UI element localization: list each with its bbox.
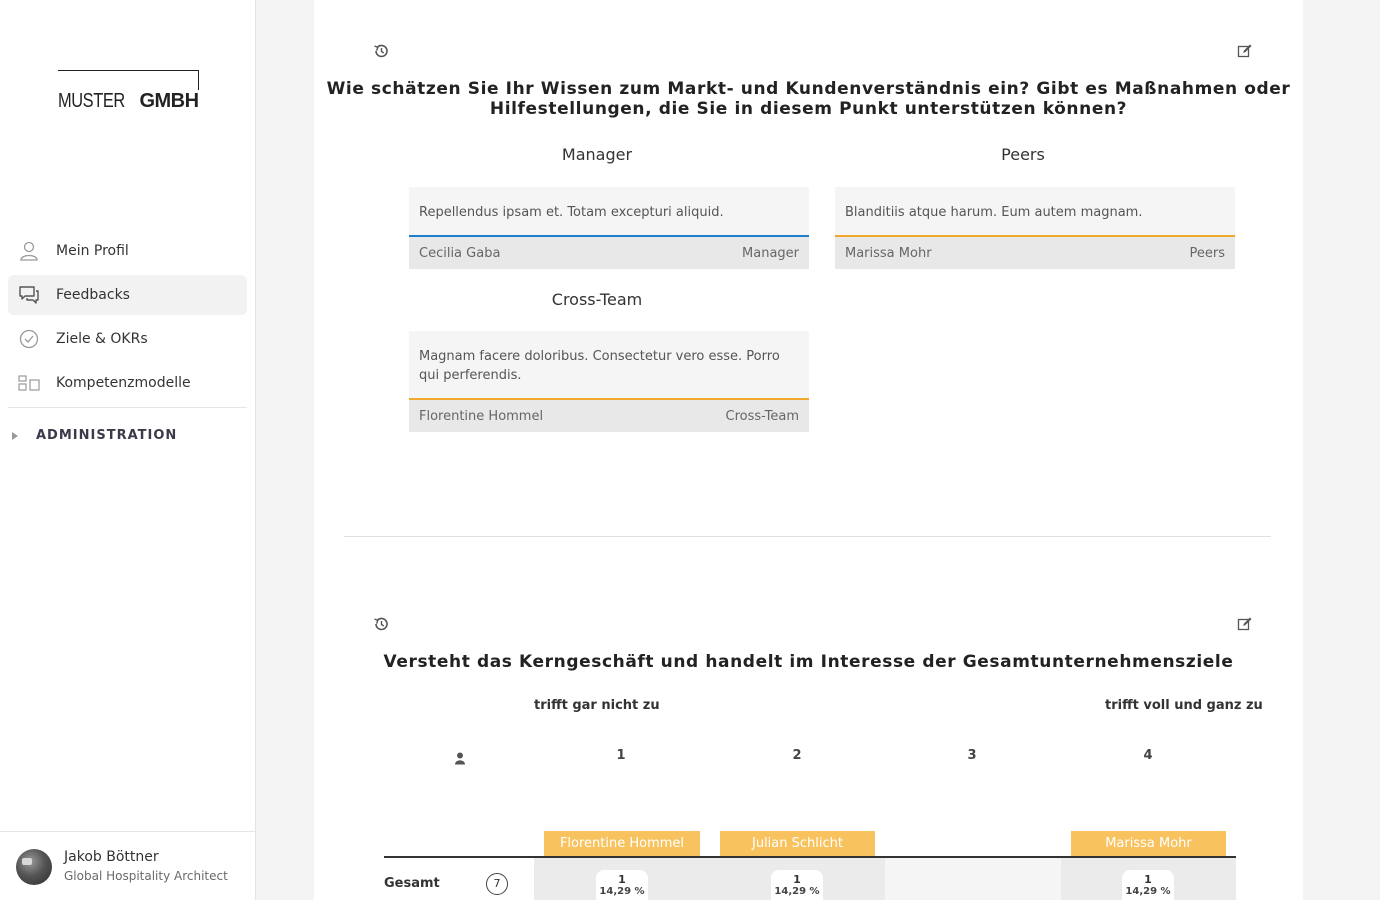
history-icon[interactable]: [373, 616, 389, 632]
nav-item-mein-profil[interactable]: Mein Profil: [8, 231, 247, 271]
feedback-card: Wie schätzen Sie Ihr Wissen zum Markt- u…: [314, 0, 1303, 900]
result-pill: 1 14,29 %: [1122, 870, 1174, 900]
admin-toggle[interactable]: ADMINISTRATION: [12, 428, 177, 443]
feedback-author: Cecilia Gaba: [419, 245, 501, 261]
response-count-badge: 7: [486, 873, 508, 895]
user-icon: [18, 240, 40, 262]
scale-value-4: 4: [1143, 748, 1153, 763]
group-title-cross-team: Cross-Team: [551, 290, 643, 309]
respondent-tag: Florentine Hommel: [544, 831, 700, 856]
feedback-entry: Blanditiis atque harum. Eum autem magnam…: [835, 187, 1235, 269]
result-percent: 14,29 %: [599, 886, 645, 897]
feedback-footer: Marissa Mohr Peers: [835, 237, 1235, 269]
scale-value-3: 3: [967, 748, 977, 763]
question-title-line: Wie schätzen Sie Ihr Wissen zum Markt- u…: [326, 79, 1291, 99]
nav-label: Ziele & OKRs: [56, 331, 148, 347]
group-title-manager: Manager: [561, 145, 633, 164]
scale-low-label: trifft gar nicht zu: [534, 698, 660, 713]
caret-right-icon: [12, 431, 18, 440]
nav-item-feedbacks[interactable]: Feedbacks: [8, 275, 247, 315]
section-divider: [344, 536, 1271, 537]
blocks-icon: [18, 372, 40, 394]
sidebar: MUSTER GMBH Mein Profil Feedbacks Ziele &…: [0, 0, 256, 900]
nav-item-kompetenzmodelle[interactable]: Kompetenzmodelle: [8, 363, 247, 403]
nav-label: Feedbacks: [56, 287, 130, 303]
result-count: 1: [618, 873, 626, 886]
question-title: Versteht das Kerngeschäft und handelt im…: [383, 652, 1234, 672]
nav-label: Kompetenzmodelle: [56, 375, 191, 391]
nav-divider: [8, 407, 247, 408]
main-nav: Mein Profil Feedbacks Ziele & OKRs Kompe…: [8, 231, 247, 407]
result-count: 1: [1144, 873, 1152, 886]
scale-high-label: trifft voll und ganz zu: [1105, 698, 1263, 713]
user-role: Global Hospitality Architect: [64, 869, 228, 883]
feedback-tag: Manager: [742, 245, 799, 261]
feedback-text: Repellendus ipsam et. Totam excepturi al…: [419, 205, 724, 220]
edit-icon[interactable]: [1237, 616, 1253, 632]
feedback-author: Marissa Mohr: [845, 245, 932, 261]
question-title: Wie schätzen Sie Ihr Wissen zum Markt- u…: [314, 79, 1303, 119]
avatar: [16, 849, 52, 885]
edit-icon[interactable]: [1237, 43, 1253, 59]
feedback-author: Florentine Hommel: [419, 408, 544, 424]
feedback-footer: Cecilia Gaba Manager: [409, 237, 809, 269]
nav-label: Mein Profil: [56, 243, 129, 259]
result-percent: 14,29 %: [1125, 886, 1171, 897]
chat-icon: [18, 284, 40, 306]
group-title-peers: Peers: [1001, 145, 1045, 164]
result-pill: 1 14,29 %: [596, 870, 648, 900]
brand-logo[interactable]: MUSTER GMBH: [58, 70, 201, 112]
nav-item-ziele-okrs[interactable]: Ziele & OKRs: [8, 319, 247, 359]
row-label-gesamt: Gesamt: [384, 876, 440, 891]
result-percent: 14,29 %: [774, 886, 820, 897]
history-icon[interactable]: [373, 43, 389, 59]
respondent-tag: Marissa Mohr: [1071, 831, 1226, 856]
feedback-footer: Florentine Hommel Cross-Team: [409, 400, 809, 432]
scale-value-2: 2: [792, 748, 802, 763]
feedback-tag: Peers: [1189, 245, 1226, 261]
feedback-tag: Cross-Team: [725, 408, 800, 424]
logo-text-gmbh: GMBH: [139, 90, 199, 112]
question-title-line: Hilfestellungen, die Sie in diesem Punkt…: [489, 99, 1128, 119]
user-name: Jakob Böttner: [64, 849, 159, 865]
result-cell: [534, 858, 885, 900]
feedback-text: Blanditiis atque harum. Eum autem magnam…: [845, 205, 1143, 220]
user-panel[interactable]: Jakob Böttner Global Hospitality Archite…: [0, 831, 255, 900]
feedback-entry: Magnam facere doloribus. Consectetur ver…: [409, 331, 809, 432]
person-icon: [454, 750, 466, 765]
check-circle-icon: [18, 328, 40, 350]
scale-value-1: 1: [616, 748, 626, 763]
admin-label: ADMINISTRATION: [36, 428, 178, 443]
result-cell-empty: [885, 858, 1061, 900]
result-count: 1: [793, 873, 801, 886]
result-pill: 1 14,29 %: [771, 870, 823, 900]
logo-text-muster: MUSTER: [58, 90, 125, 112]
feedback-entry: Repellendus ipsam et. Totam excepturi al…: [409, 187, 809, 269]
respondent-tag: Julian Schlicht: [720, 831, 875, 856]
feedback-text: Magnam facere doloribus. Consectetur ver…: [419, 349, 780, 383]
